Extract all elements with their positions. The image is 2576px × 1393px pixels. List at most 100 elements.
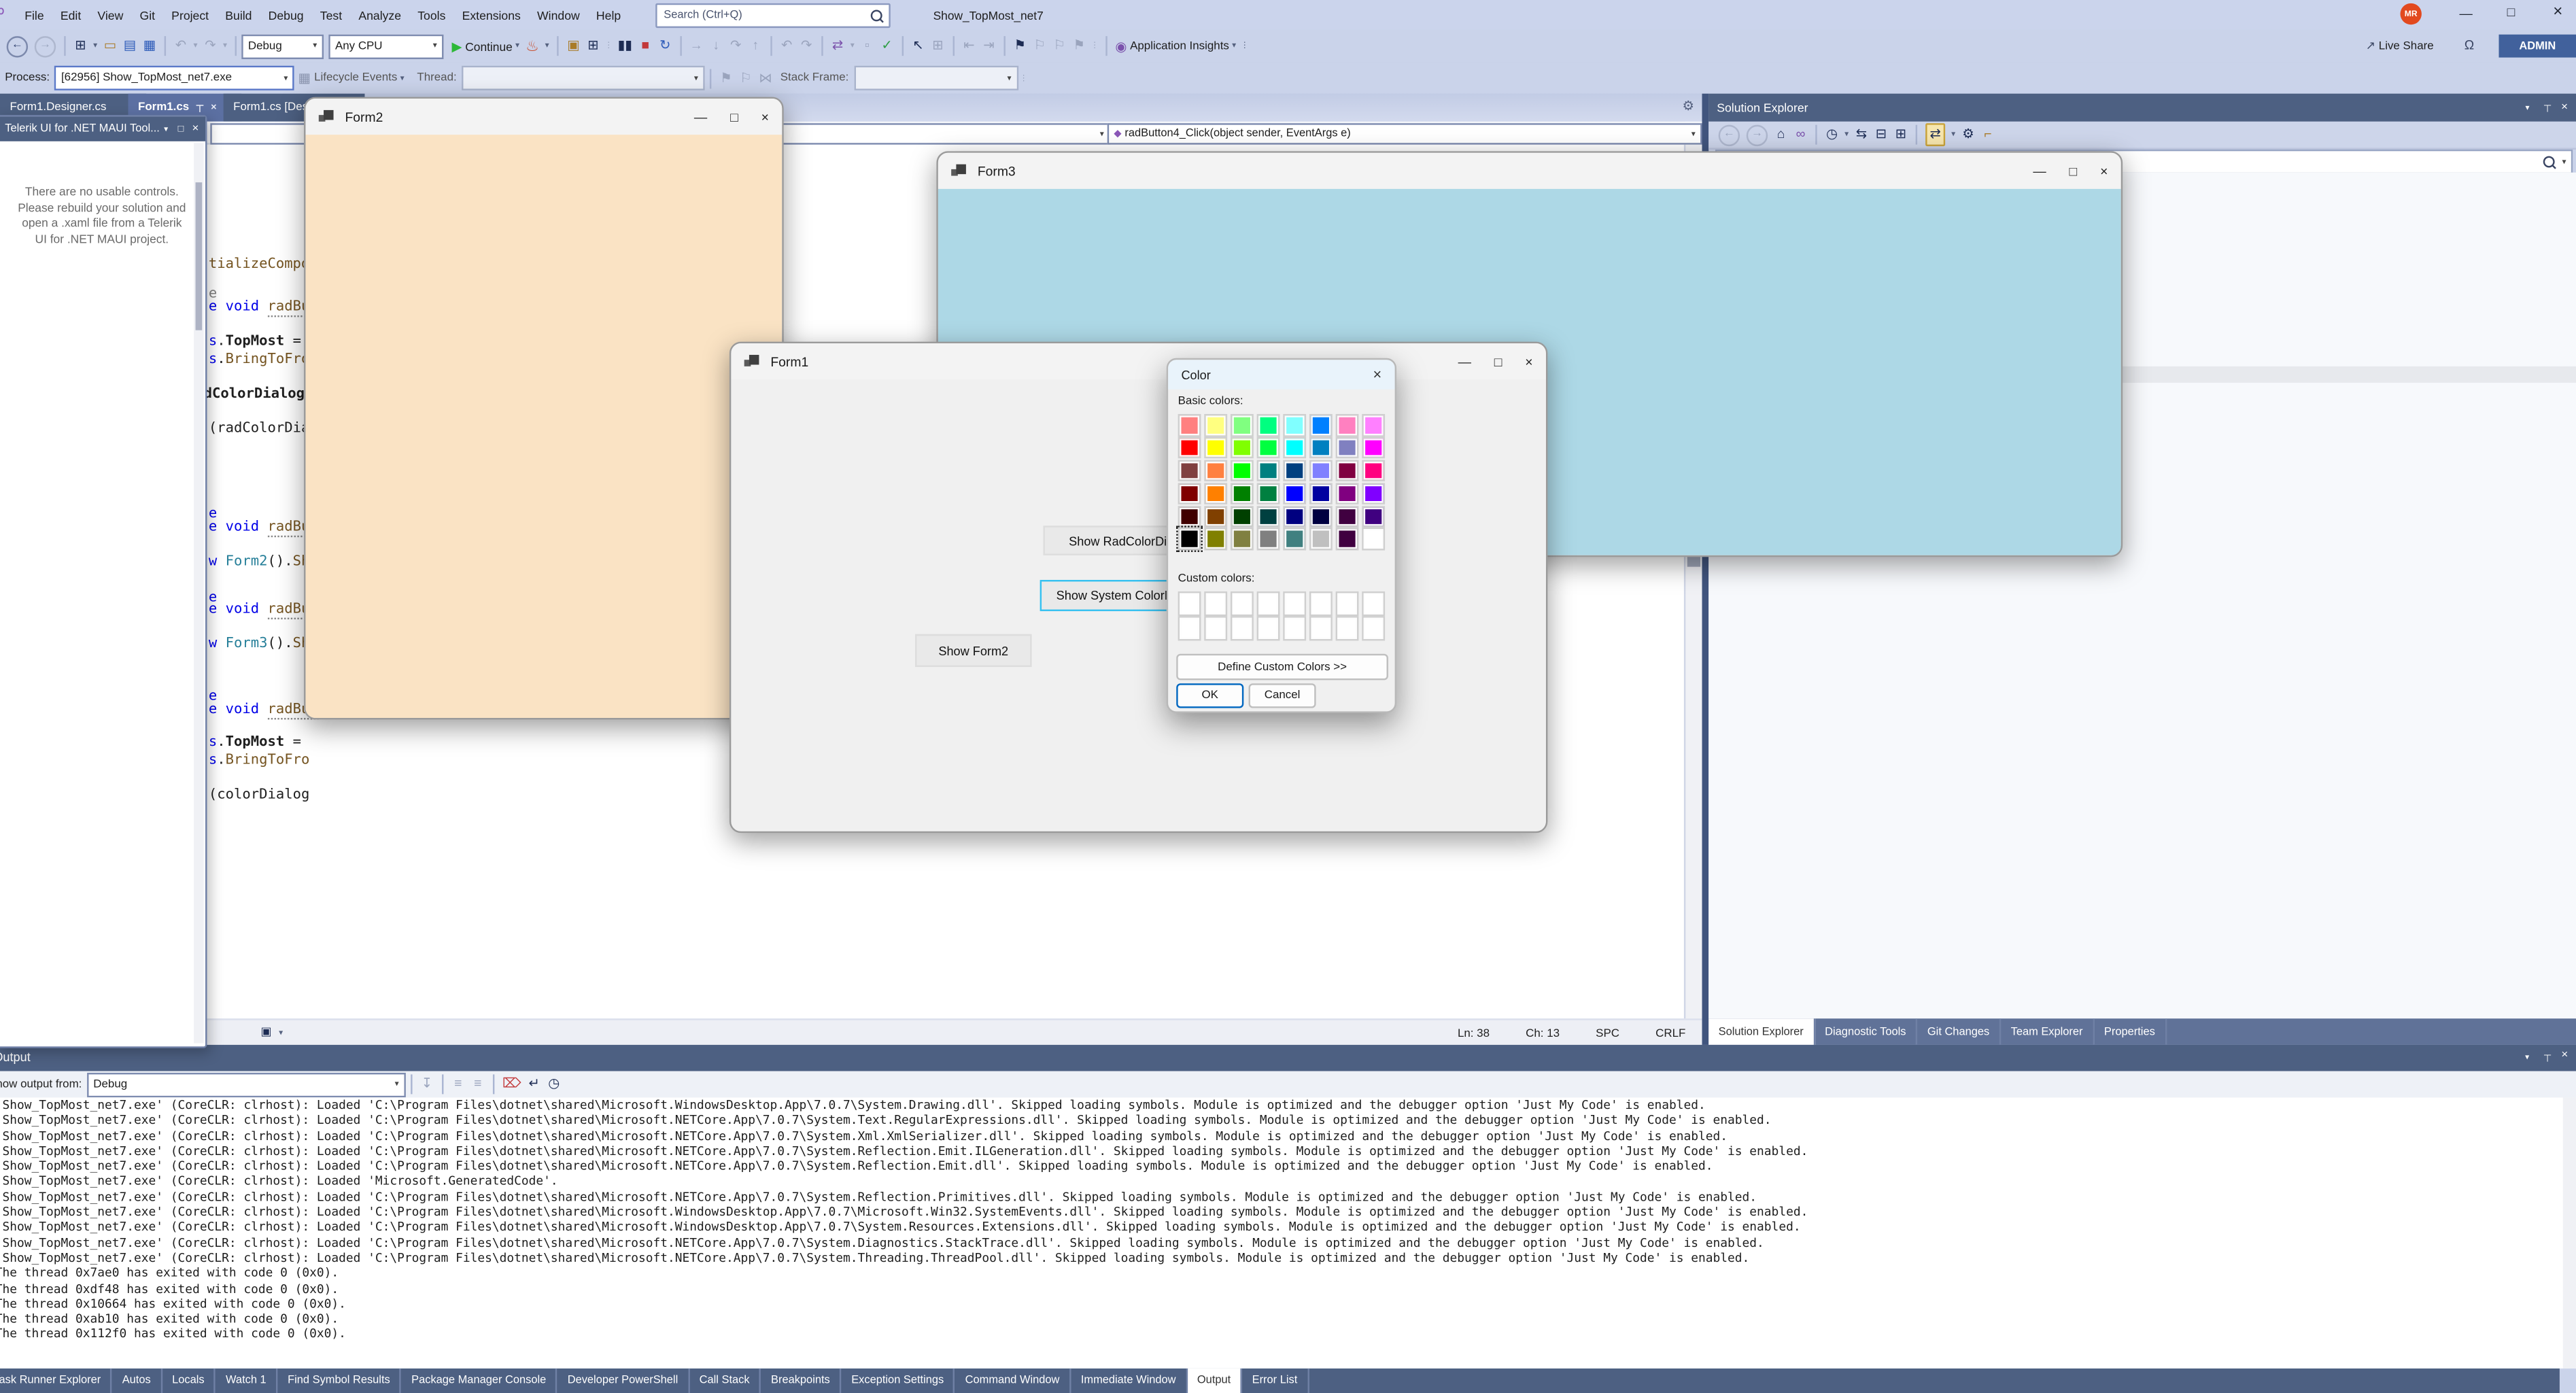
output-log[interactable]: 'Show_TopMost_net7.exe' (CoreCLR: clrhos… bbox=[0, 1097, 2576, 1369]
custom-color-swatch[interactable] bbox=[1337, 618, 1357, 638]
color-swatch[interactable] bbox=[1231, 462, 1252, 481]
indent-icon[interactable]: ⇥ bbox=[982, 36, 995, 56]
collapse-all-icon[interactable]: ⊟ bbox=[1874, 125, 1887, 145]
solution-configurations-dropdown[interactable]: Debug▾ bbox=[241, 34, 324, 58]
process-dropdown[interactable]: [62956] Show_TopMost_net7.exe▾ bbox=[54, 66, 294, 90]
hot-reload-dropdown-icon[interactable]: ▾ bbox=[544, 36, 551, 56]
custom-color-swatch[interactable] bbox=[1284, 593, 1304, 613]
color-swatch[interactable] bbox=[1258, 415, 1278, 434]
custom-color-swatch[interactable] bbox=[1231, 593, 1252, 613]
color-swatch[interactable] bbox=[1284, 462, 1304, 481]
select-pointer-icon[interactable]: ↖ bbox=[912, 36, 925, 56]
color-swatch[interactable] bbox=[1231, 484, 1252, 503]
sync-active-document-icon[interactable]: ⇄ bbox=[1925, 123, 1945, 146]
panel-dropdown-icon[interactable]: ▾ bbox=[2526, 103, 2530, 112]
preview-icon[interactable]: ⌐ bbox=[1981, 125, 1994, 145]
menu-item[interactable]: Build bbox=[217, 7, 260, 22]
maximize-button[interactable]: □ bbox=[730, 109, 738, 124]
color-swatch[interactable] bbox=[1258, 484, 1278, 503]
goto-detail-icon[interactable]: ↧ bbox=[420, 1074, 433, 1094]
menu-item[interactable]: Analyze bbox=[350, 7, 409, 22]
custom-color-swatch[interactable] bbox=[1179, 618, 1199, 638]
color-swatch[interactable] bbox=[1205, 462, 1226, 481]
color-swatch[interactable] bbox=[1362, 462, 1383, 481]
clear-bookmarks-icon[interactable]: ⚑ bbox=[1073, 36, 1086, 56]
color-swatch[interactable] bbox=[1284, 530, 1304, 549]
search-dropdown-icon[interactable]: ▾ bbox=[2562, 157, 2566, 167]
close-button[interactable]: × bbox=[1525, 354, 1532, 369]
cancel-button[interactable]: Cancel bbox=[1249, 683, 1316, 708]
panel-tab[interactable]: Exception Settings bbox=[842, 1369, 955, 1393]
telerik-panel-titlebar[interactable]: Telerik UI for .NET MAUI Tool... ▾ □ × bbox=[0, 117, 205, 141]
panel-tab[interactable]: Team Explorer bbox=[2001, 1018, 2094, 1045]
color-dialog-titlebar[interactable]: Color × bbox=[1168, 360, 1394, 389]
show-all-files-icon[interactable]: ⊞ bbox=[1894, 125, 1907, 145]
color-swatch[interactable] bbox=[1337, 484, 1357, 503]
form3-titlebar[interactable]: Form3 — □ × bbox=[938, 153, 2121, 189]
color-swatch[interactable] bbox=[1258, 438, 1278, 458]
switch-views-icon[interactable]: ⇆ bbox=[1855, 125, 1868, 145]
maximize-button[interactable]: □ bbox=[1494, 354, 1502, 369]
new-project-icon[interactable]: ⊞ bbox=[74, 36, 87, 56]
solution-platforms-dropdown[interactable]: Any CPU▾ bbox=[328, 34, 443, 58]
color-swatch[interactable] bbox=[1310, 507, 1330, 526]
step-into-icon[interactable]: ↓ bbox=[710, 36, 723, 56]
panel-tab[interactable]: Call Stack bbox=[689, 1369, 761, 1393]
show-form2-button[interactable]: Show Form2 bbox=[915, 634, 1032, 667]
color-swatch[interactable] bbox=[1310, 530, 1330, 549]
step-out-icon[interactable]: ↑ bbox=[749, 36, 762, 56]
open-folder-icon[interactable]: ▭ bbox=[103, 36, 116, 56]
close-button[interactable]: × bbox=[2100, 163, 2108, 178]
menu-item[interactable]: Help bbox=[588, 7, 629, 22]
panel-tab[interactable]: Command Window bbox=[955, 1369, 1071, 1393]
custom-color-swatch[interactable] bbox=[1362, 618, 1383, 638]
panel-dropdown-icon[interactable]: ▾ bbox=[164, 124, 168, 133]
color-swatch[interactable] bbox=[1179, 462, 1199, 481]
editor-options-gear-icon[interactable]: ⚙ bbox=[1682, 99, 1694, 114]
color-swatch[interactable] bbox=[1179, 415, 1199, 434]
color-swatch[interactable] bbox=[1205, 438, 1226, 458]
custom-color-swatch[interactable] bbox=[1258, 618, 1278, 638]
panel-tab[interactable]: Package Manager Console bbox=[402, 1369, 558, 1393]
panel-tab[interactable]: Solution Explorer bbox=[1708, 1018, 1815, 1045]
new-project-dropdown-icon[interactable]: ▾ bbox=[92, 36, 99, 56]
panel-tab[interactable]: Git Changes bbox=[1917, 1018, 2001, 1045]
hot-reload-icon[interactable]: ♨ bbox=[526, 36, 539, 56]
color-swatch[interactable] bbox=[1179, 507, 1199, 526]
save-all-icon[interactable]: ▦ bbox=[143, 36, 156, 56]
color-swatch[interactable] bbox=[1205, 507, 1226, 526]
custom-color-swatch[interactable] bbox=[1310, 618, 1330, 638]
undo2-icon[interactable]: ↶ bbox=[780, 36, 793, 56]
home-icon[interactable]: ⌂ bbox=[1774, 125, 1787, 145]
step-over-icon[interactable]: ↷ bbox=[729, 36, 742, 56]
color-swatch[interactable] bbox=[1284, 438, 1304, 458]
color-swatch[interactable] bbox=[1205, 484, 1226, 503]
panel-tab[interactable]: Diagnostic Tools bbox=[1815, 1018, 1918, 1045]
redo-icon[interactable]: ↷ bbox=[204, 36, 217, 56]
search-icon[interactable] bbox=[871, 10, 882, 21]
color-swatch[interactable] bbox=[1231, 530, 1252, 549]
panel-tab[interactable]: Output bbox=[1187, 1369, 1242, 1393]
color-swatch[interactable] bbox=[1258, 530, 1278, 549]
nav-forward-icon[interactable]: → bbox=[35, 35, 56, 56]
color-swatch[interactable] bbox=[1362, 415, 1383, 434]
pin-icon[interactable]: ⊥ bbox=[2543, 102, 2552, 114]
flag-outline-icon[interactable]: ⚐ bbox=[739, 68, 752, 88]
form1-window[interactable]: Form1 — □ × Show RadColorDialog Show Sys… bbox=[729, 342, 1547, 833]
pin-icon[interactable]: ⊥ bbox=[196, 102, 205, 114]
color-swatch[interactable] bbox=[1337, 507, 1357, 526]
pending-changes-icon[interactable]: ◷ bbox=[1825, 125, 1838, 145]
menu-item[interactable]: Edit bbox=[52, 7, 90, 22]
panel-close-icon[interactable]: × bbox=[2561, 102, 2568, 114]
autoscroll-icon[interactable]: ◷ bbox=[547, 1074, 560, 1094]
prev-bookmark-icon[interactable]: ⚐ bbox=[1033, 36, 1046, 56]
se-forward-icon[interactable]: → bbox=[1747, 124, 1768, 145]
color-swatch[interactable] bbox=[1284, 484, 1304, 503]
custom-color-swatch[interactable] bbox=[1337, 593, 1357, 613]
close-button[interactable]: × bbox=[1373, 366, 1382, 383]
panel-tab[interactable]: Immediate Window bbox=[1071, 1369, 1187, 1393]
color-swatch[interactable] bbox=[1337, 462, 1357, 481]
panel-tab[interactable]: Error List bbox=[1242, 1369, 1309, 1393]
pause-icon[interactable]: ▮▮ bbox=[618, 36, 632, 56]
color-swatch[interactable] bbox=[1362, 438, 1383, 458]
